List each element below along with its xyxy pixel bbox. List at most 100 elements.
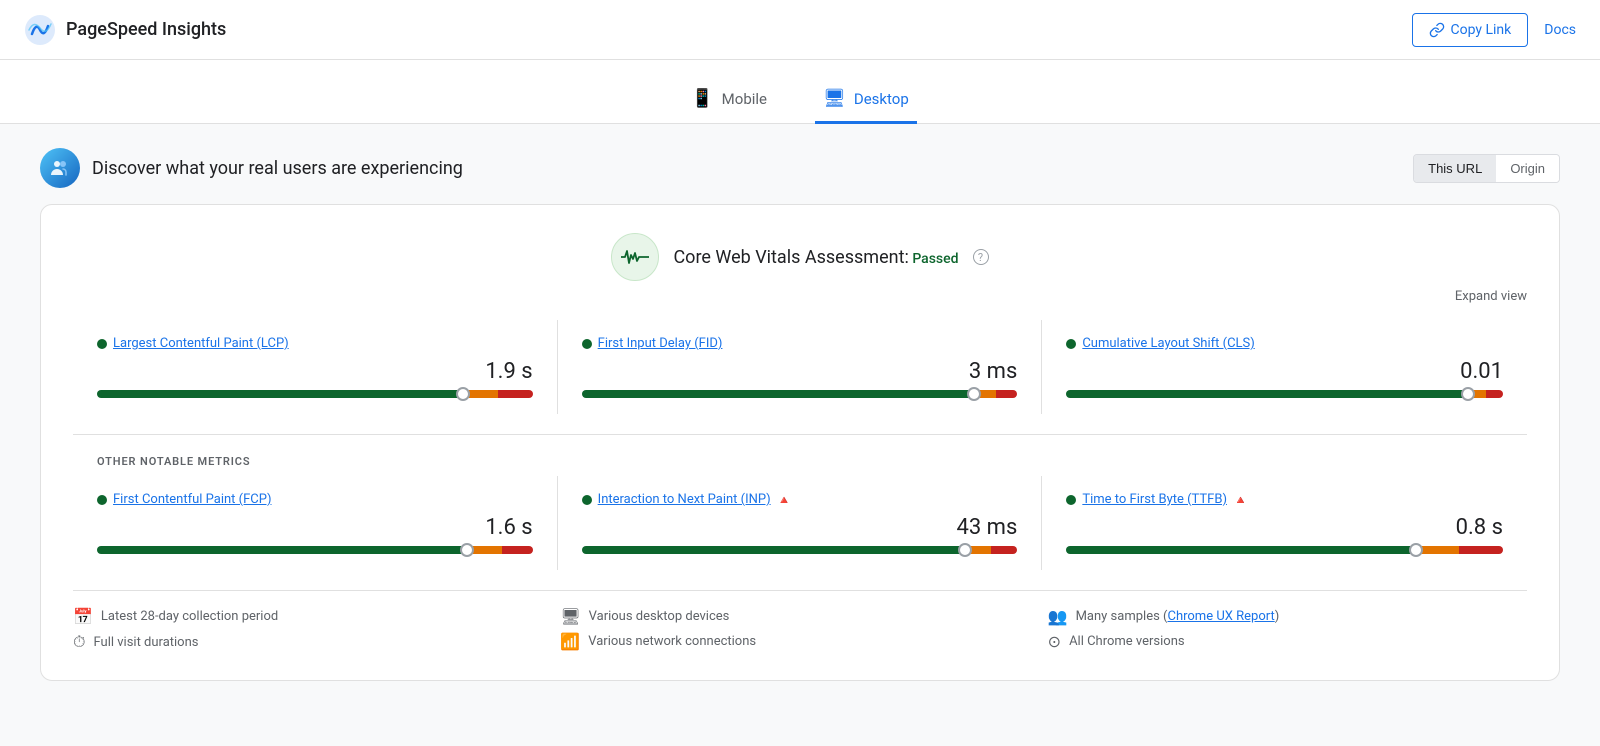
metric-value-fcp: 1.6 s [97,515,533,540]
calendar-icon: 📅 [73,607,93,626]
section-title: Discover what your real users are experi… [92,158,463,179]
desktop-icon: 🖥 [823,88,846,109]
bar-poor-fid [996,390,1018,398]
header: PageSpeed Insights Copy Link Docs [0,0,1600,60]
section-divider [73,434,1527,435]
cwv-card: Core Web Vitals Assessment: Passed ? Exp… [40,204,1560,681]
this-url-button[interactable]: This URL [1414,155,1496,182]
samples-icon: 👥 [1048,607,1068,626]
metric-name-fcp[interactable]: First Contentful Paint (FCP) [113,492,272,507]
footer-desktop-devices: 🖥 Various desktop devices [560,607,1039,626]
metric-name-inp[interactable]: Interaction to Next Paint (INP) [598,492,771,507]
timer-icon: ⏱ [73,632,85,652]
chrome-ux-report-link[interactable]: Chrome UX Report [1167,609,1274,624]
metric-fcp: First Contentful Paint (FCP) 1.6 s [73,476,558,570]
origin-button[interactable]: Origin [1496,155,1559,182]
copy-link-button[interactable]: Copy Link [1412,13,1529,47]
progress-marker-ttfb [1409,543,1423,557]
metric-value-inp: 43 ms [582,515,1018,540]
other-metrics-grid: First Contentful Paint (FCP) 1.6 s [73,476,1527,570]
metric-ttfb: Time to First Byte (TTFB) 🔺 0.8 s [1042,476,1527,570]
mobile-icon: 📱 [691,88,713,109]
waveform-icon [621,247,649,267]
cwv-header: Core Web Vitals Assessment: Passed ? [73,233,1527,281]
users-icon [48,156,72,180]
metric-dot-inp [582,495,592,505]
metric-name-cls[interactable]: Cumulative Layout Shift (CLS) [1082,336,1254,351]
progress-bar-lcp [97,390,533,398]
progress-track-inp [582,546,1018,554]
metric-cls: Cumulative Layout Shift (CLS) 0.01 [1042,320,1527,414]
metric-label-lcp: Largest Contentful Paint (LCP) [97,336,533,351]
bar-poor-fcp [502,546,532,554]
app-title: PageSpeed Insights [66,19,226,40]
bar-poor-cls [1486,390,1503,398]
metric-lcp: Largest Contentful Paint (LCP) 1.9 s [73,320,558,414]
bar-poor-ttfb [1459,546,1503,554]
metric-label-cls: Cumulative Layout Shift (CLS) [1066,336,1503,351]
monitor-icon: 🖥 [560,607,580,626]
footer-col3: 👥 Many samples (Chrome UX Report) ⊙ All … [1048,607,1527,652]
metric-name-lcp[interactable]: Largest Contentful Paint (LCP) [113,336,289,351]
docs-link[interactable]: Docs [1544,22,1576,38]
metric-name-fid[interactable]: First Input Delay (FID) [598,336,723,351]
metric-value-lcp: 1.9 s [97,359,533,384]
progress-marker-fid [967,387,981,401]
metric-value-ttfb: 0.8 s [1066,515,1503,540]
footer-collection-period: 📅 Latest 28-day collection period [73,607,552,626]
bar-good-lcp [97,390,463,398]
metric-value-cls: 0.01 [1066,359,1503,384]
link-icon [1429,22,1445,38]
section-header: Discover what your real users are experi… [40,148,1560,188]
metric-name-ttfb[interactable]: Time to First Byte (TTFB) [1082,492,1227,507]
progress-marker-lcp [456,387,470,401]
other-notable-label: OTHER NOTABLE METRICS [73,455,1527,468]
metric-inp: Interaction to Next Paint (INP) 🔺 43 ms [558,476,1043,570]
metric-dot-fcp [97,495,107,505]
progress-bar-inp [582,546,1018,554]
metric-label-fid: First Input Delay (FID) [582,336,1018,351]
progress-marker-cls [1461,387,1475,401]
progress-track-fid [582,390,1018,398]
cwv-icon-container [611,233,659,281]
cwv-info-icon[interactable]: ? [973,249,989,265]
metric-dot-fid [582,339,592,349]
expand-view[interactable]: Expand view [73,289,1527,304]
progress-bar-fcp [97,546,533,554]
progress-marker-inp [958,543,972,557]
url-toggle: This URL Origin [1413,154,1560,183]
bar-poor-inp [991,546,1017,554]
progress-bar-cls [1066,390,1503,398]
core-metrics-grid: Largest Contentful Paint (LCP) 1.9 s [73,320,1527,414]
bar-good-cls [1066,390,1468,398]
metric-fid: First Input Delay (FID) 3 ms [558,320,1043,414]
footer-col2: 🖥 Various desktop devices 📶 Various netw… [560,607,1039,652]
metric-dot-ttfb [1066,495,1076,505]
metric-flag: 🔺 [1233,493,1248,507]
pagespeed-logo [24,14,56,46]
chrome-icon: ⊙ [1048,632,1061,651]
progress-track-ttfb [1066,546,1503,554]
bar-good-ttfb [1066,546,1415,554]
progress-track-cls [1066,390,1503,398]
metric-label-ttfb: Time to First Byte (TTFB) 🔺 [1066,492,1503,507]
section-header-left: Discover what your real users are experi… [40,148,463,188]
tab-mobile[interactable]: 📱 Mobile [683,76,775,124]
progress-marker-fcp [460,543,474,557]
footer-visit-durations: ⏱ Full visit durations [73,632,552,652]
tab-desktop[interactable]: 🖥 Desktop [815,76,917,124]
main-content: Discover what your real users are experi… [0,124,1600,705]
metric-dot-lcp [97,339,107,349]
cwv-title: Core Web Vitals Assessment: Passed [673,247,958,268]
logo-area: PageSpeed Insights [24,14,226,46]
metric-label-inp: Interaction to Next Paint (INP) 🔺 [582,492,1018,507]
footer-samples: 👥 Many samples (Chrome UX Report) [1048,607,1527,626]
metric-flag: 🔺 [777,493,792,507]
metric-label-fcp: First Contentful Paint (FCP) [97,492,533,507]
progress-bar-fid [582,390,1018,398]
metric-dot-cls [1066,339,1076,349]
bar-good-fid [582,390,974,398]
bar-good-fcp [97,546,467,554]
footer-network: 📶 Various network connections [560,632,1039,651]
tabs-bar: 📱 Mobile 🖥 Desktop [0,60,1600,124]
